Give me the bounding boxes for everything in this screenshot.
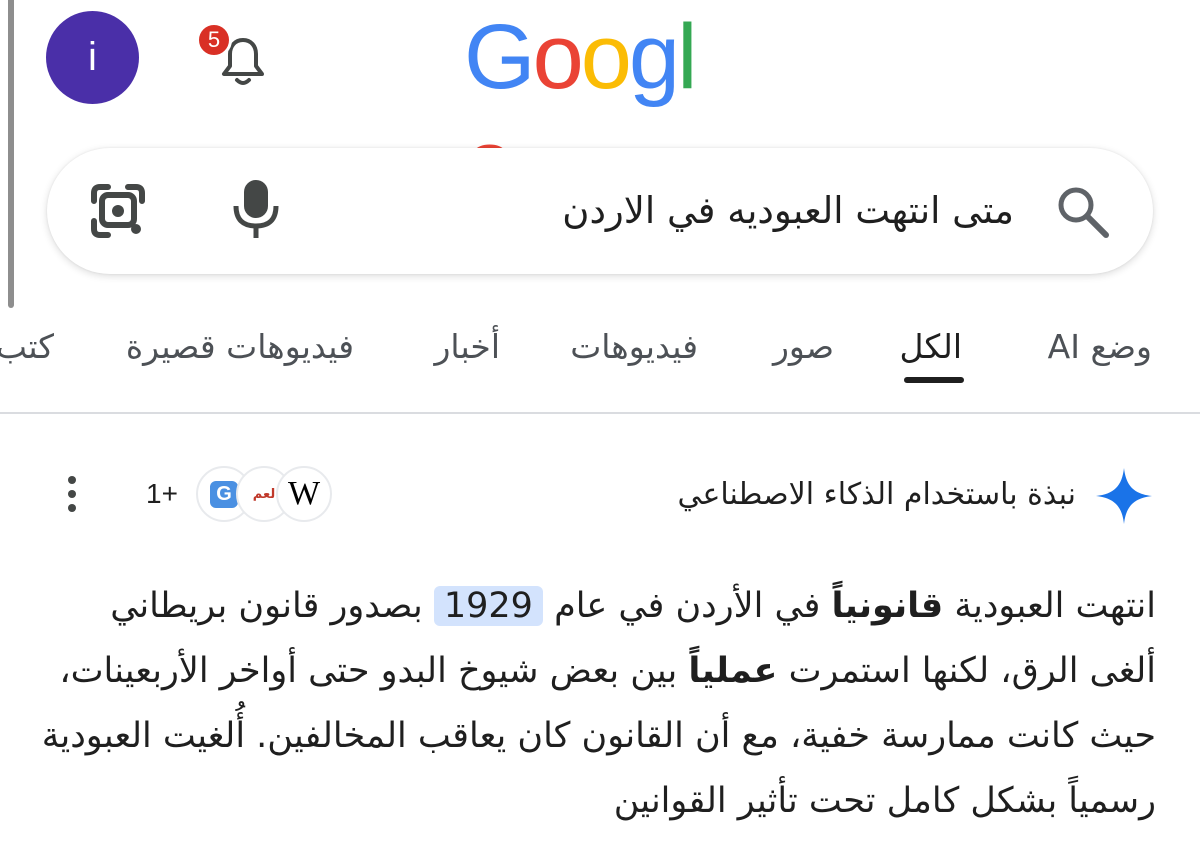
mic-icon[interactable] bbox=[228, 176, 284, 242]
answer-bold-legally: قانونياً bbox=[831, 586, 944, 626]
account-avatar[interactable]: i bbox=[46, 11, 139, 104]
tabs-divider bbox=[0, 412, 1200, 414]
active-tab-indicator bbox=[904, 377, 964, 383]
tab-all[interactable]: الكل bbox=[900, 322, 962, 372]
ai-overview-title: نبذة باستخدام الذكاء الاصطناعي bbox=[677, 477, 1076, 512]
tab-videos[interactable]: فيديوهات bbox=[570, 322, 698, 372]
answer-bold-practically: عملياً bbox=[688, 651, 778, 691]
logo-letter: G bbox=[464, 6, 536, 108]
tab-news[interactable]: أخبار bbox=[434, 322, 500, 372]
ai-sources[interactable]: W لعم G bbox=[186, 466, 336, 524]
logo-letter: l bbox=[677, 6, 698, 108]
answer-text-part: انتهت العبودية bbox=[943, 586, 1156, 626]
scroll-indicator bbox=[8, 0, 14, 308]
wikipedia-icon: W bbox=[276, 466, 332, 522]
tab-short-videos[interactable]: فيديوهات قصيرة bbox=[126, 322, 354, 372]
notification-count-badge: 5 bbox=[196, 22, 232, 58]
google-logo[interactable]: Google bbox=[464, 4, 734, 214]
search-tabs: وضع AI الكل صور فيديوهات أخبار فيديوهات … bbox=[0, 300, 1200, 412]
ai-sparkle-icon bbox=[1096, 468, 1152, 524]
search-query[interactable]: متى انتهت العبوديه في الاردن bbox=[562, 182, 1014, 240]
answer-text-part: في الأردن في عام bbox=[542, 586, 832, 626]
answer-year-highlight[interactable]: 1929 bbox=[433, 586, 543, 626]
logo-letter: o bbox=[532, 6, 584, 108]
tab-ai-mode[interactable]: وضع AI bbox=[1048, 322, 1152, 372]
tab-books[interactable]: كتب bbox=[0, 322, 54, 372]
ai-answer-text: انتهت العبودية قانونياً في الأردن في عام… bbox=[40, 574, 1156, 834]
search-icon[interactable] bbox=[1054, 183, 1112, 241]
logo-letter: g bbox=[628, 6, 680, 108]
logo-letter: o bbox=[580, 6, 632, 108]
avatar-letter: i bbox=[88, 35, 97, 79]
more-options-icon[interactable] bbox=[64, 476, 80, 520]
tab-images[interactable]: صور bbox=[773, 322, 834, 372]
sources-more-count[interactable]: 1+ bbox=[146, 478, 178, 510]
google-lens-icon[interactable] bbox=[88, 181, 148, 241]
notifications-button[interactable]: 5 bbox=[196, 22, 274, 92]
